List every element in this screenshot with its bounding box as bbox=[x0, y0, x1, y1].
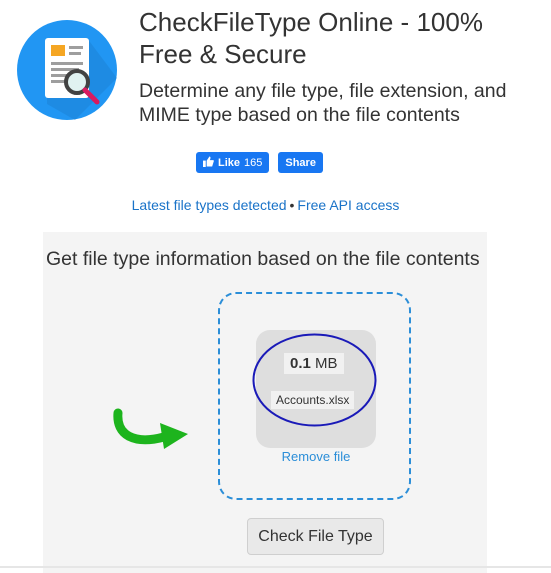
app-logo bbox=[15, 18, 119, 122]
link-separator: • bbox=[289, 197, 295, 213]
top-links: Latest file types detected • Free API acce… bbox=[0, 197, 531, 213]
latest-file-types-link[interactable]: Latest file types detected bbox=[132, 197, 287, 213]
upload-heading: Get file type information based on the f… bbox=[46, 248, 480, 270]
like-count: 165 bbox=[244, 156, 263, 169]
share-label: Share bbox=[285, 156, 316, 169]
annotation-ellipse bbox=[252, 333, 377, 427]
thumbs-up-icon bbox=[203, 155, 214, 170]
like-label: Like bbox=[218, 156, 241, 169]
curved-arrow-right-icon bbox=[113, 408, 188, 449]
check-file-type-button[interactable]: Check File Type bbox=[247, 518, 384, 555]
document-magnifier-icon bbox=[17, 20, 117, 120]
facebook-like-button[interactable]: Like 165 bbox=[196, 152, 270, 173]
page-subtitle: Determine any file type, file extension,… bbox=[139, 80, 507, 126]
free-api-link[interactable]: Free API access bbox=[297, 197, 399, 213]
page-divider bbox=[0, 566, 551, 568]
page-title: CheckFileType Online - 100% Free & Secur… bbox=[139, 7, 483, 69]
remove-file-link[interactable]: Remove file bbox=[256, 449, 376, 464]
social-buttons: Like 165 Share bbox=[196, 152, 323, 173]
facebook-share-button[interactable]: Share bbox=[278, 152, 323, 173]
